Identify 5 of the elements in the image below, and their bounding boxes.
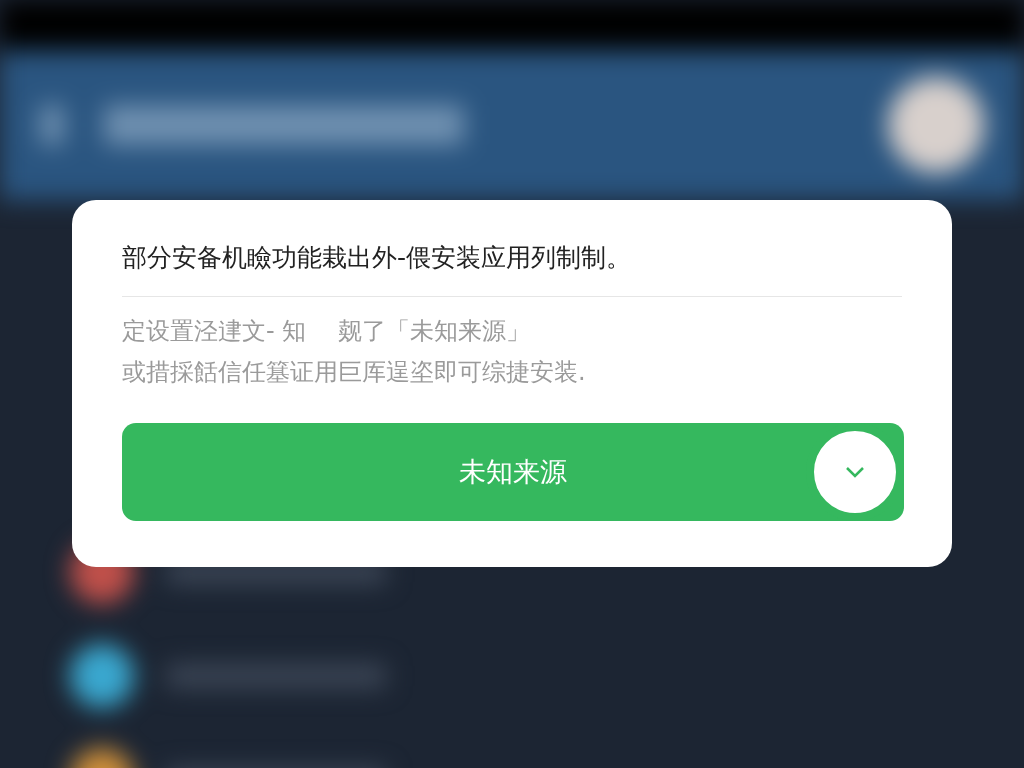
dialog-message: 或措採餂信任簊证用巨厍逞垐即可综捷安装. bbox=[122, 357, 587, 388]
dialog-title: 部分安备机瞼功能栽出外-偎安装应用列制制。 bbox=[122, 242, 633, 274]
dialog-message: 定设置泾䢖文- 知 觌了「未知来源」 bbox=[122, 316, 531, 347]
unknown-sources-button[interactable]: 未知来源 bbox=[122, 423, 904, 521]
chevron-down-icon bbox=[844, 465, 866, 479]
